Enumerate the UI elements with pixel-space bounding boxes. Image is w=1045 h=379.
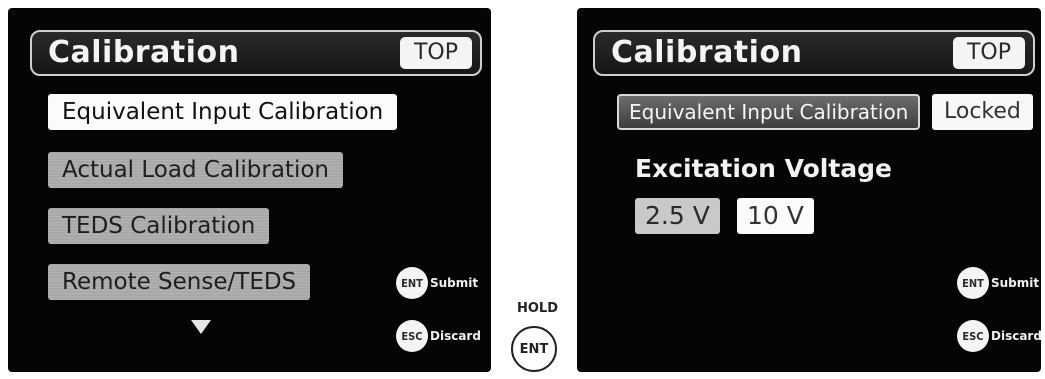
top-button[interactable]: TOP: [952, 37, 1025, 69]
ent-key-icon[interactable]: ENT: [396, 267, 428, 299]
esc-key-icon[interactable]: ESC: [957, 320, 989, 352]
discard-label: Discard: [430, 329, 481, 343]
header-bar: Calibration TOP: [593, 30, 1035, 76]
menu-item-teds-calibration[interactable]: TEDS Calibration: [48, 208, 270, 244]
hold-label: HOLD: [517, 301, 559, 316]
screen-title: Calibration: [48, 35, 240, 70]
scroll-down-arrow-icon[interactable]: [191, 320, 211, 334]
discard-label: Discard: [991, 329, 1041, 343]
menu-item-remote-sense-teds[interactable]: Remote Sense/TEDS: [48, 264, 311, 300]
menu-item-actual-load-calibration[interactable]: Actual Load Calibration: [48, 152, 343, 188]
submit-hint: ENT Submit: [396, 267, 478, 299]
submit-label: Submit: [991, 276, 1040, 290]
submit-label: Submit: [430, 276, 479, 290]
calibration-mode-button[interactable]: Equivalent Input Calibration: [617, 94, 921, 130]
voltage-option-10v[interactable]: 10 V: [737, 198, 814, 234]
screen-title: Calibration: [611, 35, 803, 70]
ent-key-icon: ENT: [511, 326, 557, 372]
esc-key-icon[interactable]: ESC: [396, 320, 428, 352]
locked-status-button[interactable]: Locked: [932, 94, 1033, 130]
menu-item-equivalent-input-calibration[interactable]: Equivalent Input Calibration: [48, 94, 398, 130]
submit-hint: ENT Submit: [957, 267, 1039, 299]
top-button[interactable]: TOP: [399, 37, 472, 69]
voltage-option-2-5v[interactable]: 2.5 V: [635, 198, 720, 234]
ent-key-icon[interactable]: ENT: [957, 267, 989, 299]
header-bar: Calibration TOP: [30, 30, 482, 76]
discard-hint: ESC Discard: [957, 320, 1041, 352]
calibration-menu-screen: Calibration TOP Equivalent Input Calibra…: [8, 8, 491, 372]
excitation-voltage-label: Excitation Voltage: [635, 154, 893, 183]
excitation-voltage-screen: Calibration TOP Equivalent Input Calibra…: [577, 8, 1041, 372]
discard-hint: ESC Discard: [396, 320, 481, 352]
